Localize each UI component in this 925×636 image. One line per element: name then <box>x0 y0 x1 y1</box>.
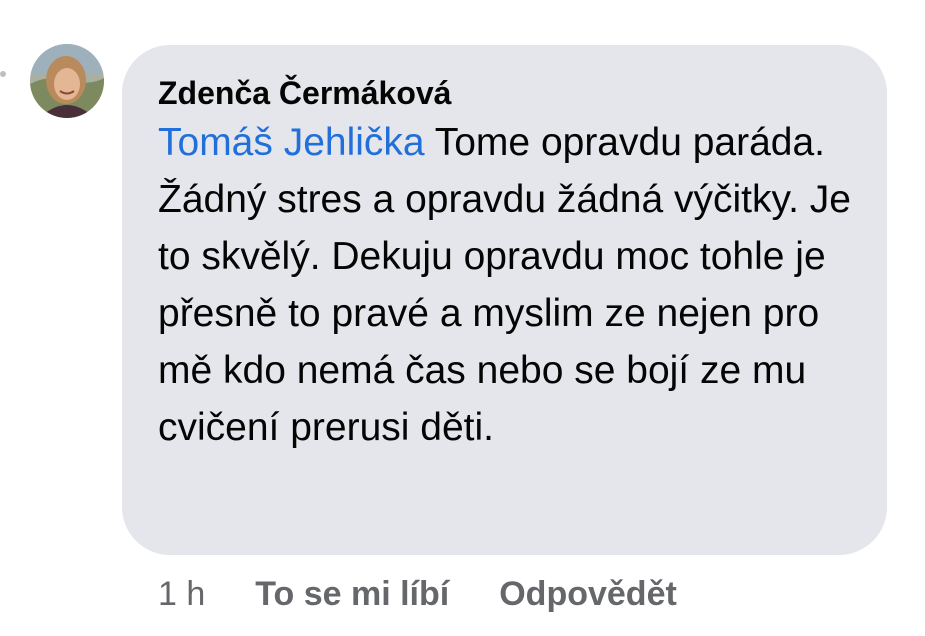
thread-connector-dot <box>0 71 6 77</box>
comment-text: Tomáš Jehlička Tome opravdu paráda. Žádn… <box>158 114 863 456</box>
mention-link[interactable]: Tomáš Jehlička <box>158 121 425 164</box>
avatar-photo <box>30 44 104 118</box>
comment-timestamp[interactable]: 1 h <box>158 575 205 614</box>
avatar[interactable] <box>30 44 104 118</box>
comment-actions: 1 h To se mi líbí Odpovědět <box>158 572 727 616</box>
reply-button[interactable]: Odpovědět <box>499 575 677 614</box>
comment-body: Tome opravdu paráda. Žádný stres a oprav… <box>158 121 851 449</box>
comment-bubble: Zdenča Čermáková Tomáš Jehlička Tome opr… <box>122 45 887 555</box>
comment-author-name[interactable]: Zdenča Čermáková <box>158 72 857 114</box>
like-button[interactable]: To se mi líbí <box>255 575 449 614</box>
